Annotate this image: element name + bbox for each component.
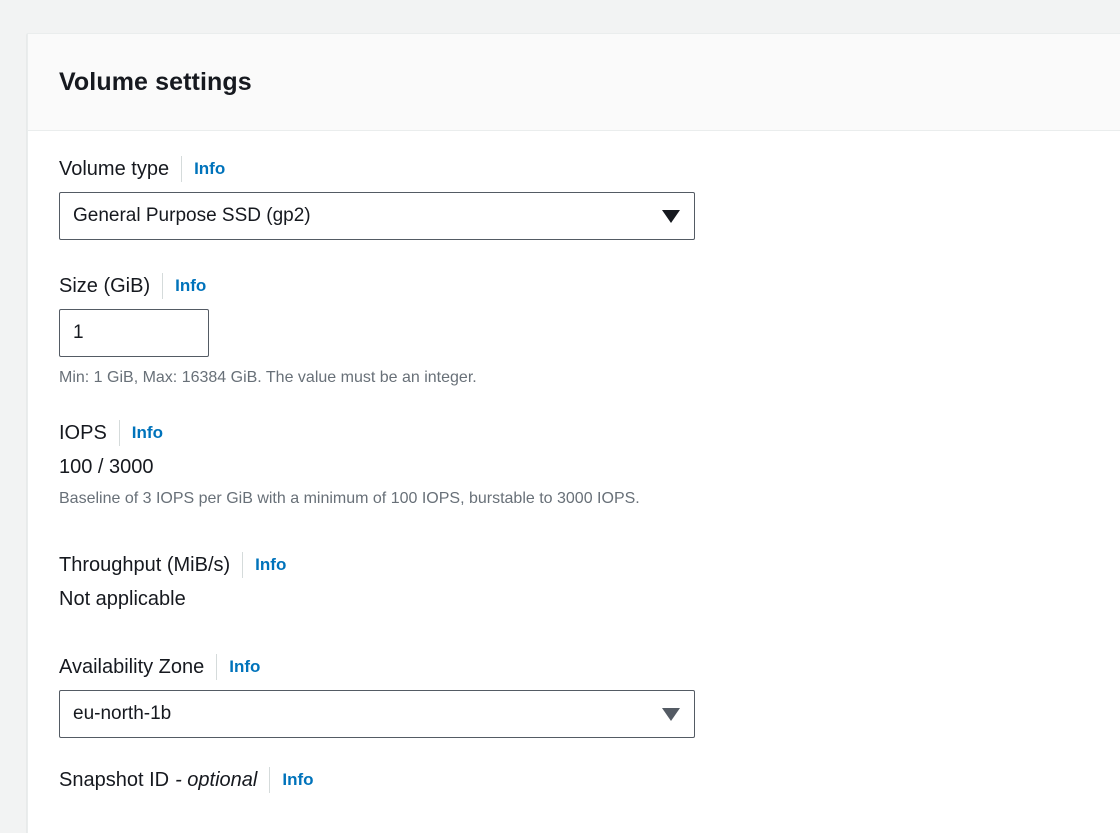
availability-zone-select[interactable]: eu-north-1b [59, 690, 695, 738]
info-separator [162, 273, 164, 299]
info-separator [181, 156, 183, 182]
snapshot-id-optional: - optional [175, 768, 258, 791]
size-hint: Min: 1 GiB, Max: 16384 GiB. The value mu… [59, 369, 477, 386]
info-separator [118, 420, 120, 446]
snapshot-id-label: Snapshot ID [59, 768, 170, 791]
panel-title: Volume settings [59, 67, 252, 96]
volume-type-select[interactable]: General Purpose SSD (gp2) [59, 192, 695, 240]
iops-field: IOPS Info 100 / 3000 Baseline of 3 IOPS … [59, 418, 640, 508]
iops-value: 100 / 3000 [59, 456, 154, 478]
info-separator [242, 552, 244, 578]
availability-zone-label-row: Availability Zone Info [59, 652, 695, 682]
size-label-row: Size (GiB) Info [59, 271, 477, 301]
caret-down-icon [662, 209, 680, 223]
availability-zone-info-link[interactable]: Info [229, 657, 260, 677]
availability-zone-field: Availability Zone Info eu-north-1b [59, 652, 695, 738]
snapshot-id-field: Snapshot ID - optional Info [59, 765, 314, 795]
volume-type-label: Volume type [59, 157, 170, 180]
snapshot-id-label-row: Snapshot ID - optional Info [59, 765, 314, 795]
throughput-label-row: Throughput (MiB/s) Info [59, 550, 286, 580]
volume-settings-panel: Volume settings Volume type Info General… [27, 33, 1120, 833]
throughput-value: Not applicable [59, 588, 186, 610]
volume-type-selected-value: General Purpose SSD (gp2) [73, 205, 311, 226]
throughput-field: Throughput (MiB/s) Info Not applicable [59, 550, 286, 611]
caret-down-icon [662, 707, 680, 721]
availability-zone-label: Availability Zone [59, 655, 205, 678]
volume-type-info-link[interactable]: Info [194, 159, 225, 179]
volume-type-label-row: Volume type Info [59, 154, 695, 184]
size-info-link[interactable]: Info [175, 276, 206, 296]
size-field: Size (GiB) Info Min: 1 GiB, Max: 16384 G… [59, 271, 477, 387]
throughput-info-link[interactable]: Info [255, 555, 286, 575]
volume-type-field: Volume type Info General Purpose SSD (gp… [59, 154, 695, 240]
iops-label-row: IOPS Info [59, 418, 640, 448]
snapshot-id-info-link[interactable]: Info [282, 770, 313, 790]
info-separator [269, 767, 271, 793]
iops-hint: Baseline of 3 IOPS per GiB with a minimu… [59, 490, 640, 507]
size-label: Size (GiB) [59, 274, 151, 297]
iops-label: IOPS [59, 421, 107, 444]
throughput-label: Throughput (MiB/s) [59, 553, 231, 576]
panel-header: Volume settings [28, 34, 1120, 131]
iops-info-link[interactable]: Info [132, 423, 163, 443]
size-input[interactable] [59, 309, 209, 357]
info-separator [216, 654, 218, 680]
availability-zone-selected-value: eu-north-1b [73, 703, 172, 724]
